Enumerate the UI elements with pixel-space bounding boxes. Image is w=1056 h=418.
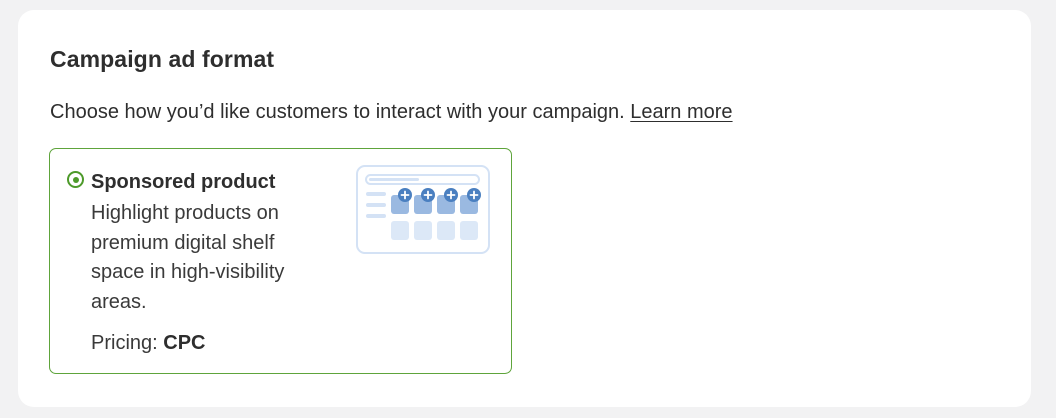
description-text: Choose how you’d like customers to inter… <box>50 101 625 123</box>
radio-selected-icon[interactable] <box>67 171 84 188</box>
learn-more-link[interactable]: Learn more <box>630 101 732 123</box>
section-title: Campaign ad format <box>50 46 275 72</box>
section-description: Choose how you’d like customers to inter… <box>50 101 733 124</box>
sponsored-product-option[interactable]: Sponsored product Highlight products on … <box>49 148 512 374</box>
option-title: Sponsored product <box>91 171 276 193</box>
sponsored-shelf-illustration-icon <box>356 165 490 254</box>
campaign-ad-format-card: Campaign ad format Choose how you’d like… <box>18 10 1031 407</box>
pricing-value: CPC <box>163 332 206 354</box>
option-description: Highlight products on premium digital sh… <box>91 202 285 313</box>
pricing-label: Pricing: <box>91 332 158 354</box>
option-pricing: Pricing: CPC <box>91 332 206 355</box>
